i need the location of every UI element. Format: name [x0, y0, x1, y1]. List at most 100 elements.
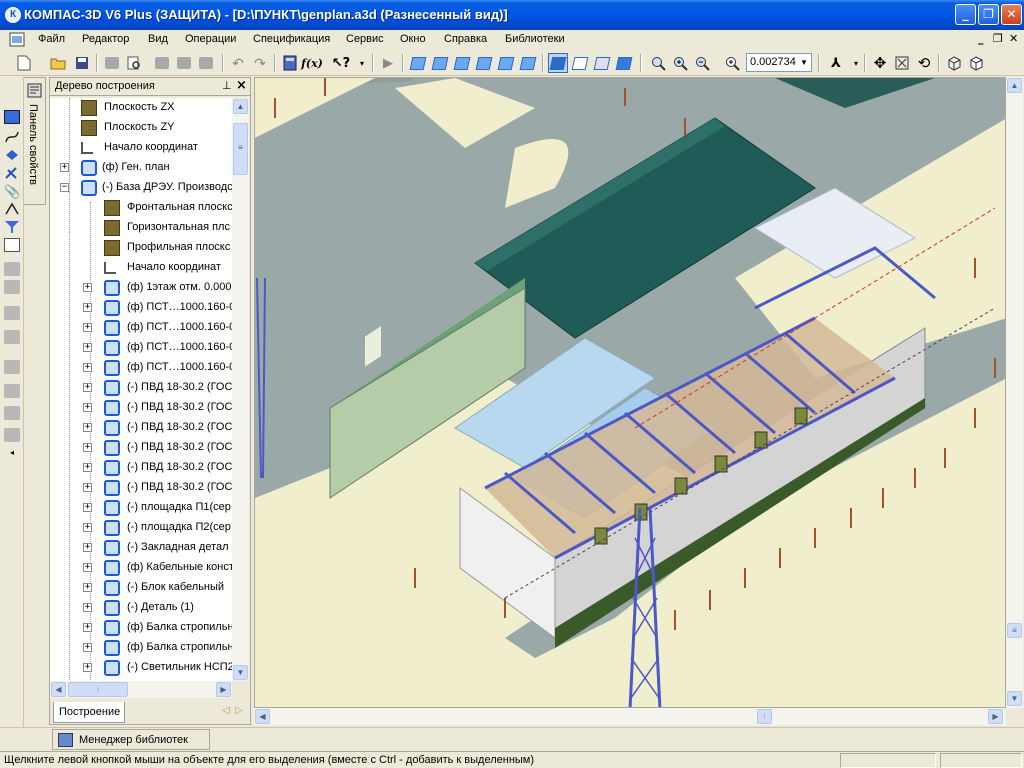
zoom-in-icon[interactable] [670, 53, 690, 73]
print-icon[interactable] [102, 53, 122, 73]
menu-specification[interactable]: Спецификация [253, 33, 330, 45]
hidden-lines-icon[interactable] [592, 53, 612, 73]
zoom-window-icon[interactable] [648, 53, 668, 73]
gray-tool-3-icon[interactable] [4, 306, 20, 320]
copy-icon[interactable] [174, 53, 194, 73]
pin-icon[interactable]: ⊥ [222, 79, 232, 92]
kompas-app-icon[interactable]: К [5, 7, 21, 23]
viewport-hscroll-thumb[interactable]: ⦙ [757, 709, 772, 724]
viewport-scroll-left-icon[interactable]: ◀ [255, 709, 270, 724]
tree-horizontal-scrollbar[interactable]: ◀ ⦙ ▶ [50, 681, 232, 698]
tree-scroll-right-icon[interactable]: ▶ [216, 682, 231, 697]
menu-operations[interactable]: Операции [185, 33, 236, 45]
expand-icon[interactable]: + [83, 663, 92, 672]
viewport-vscroll-thumb[interactable]: ≡ [1007, 623, 1022, 638]
shaded-edges-icon[interactable] [614, 53, 634, 73]
expand-icon[interactable]: + [83, 543, 92, 552]
tree-node[interactable]: + (-) ПВД 18-30.2 (ГОС [50, 398, 232, 418]
calculator-icon[interactable] [280, 53, 300, 73]
help-dropdown-icon[interactable]: ▾ [352, 53, 372, 73]
tree-node[interactable]: + (-) Блок кабельный [50, 578, 232, 598]
paperclip-icon[interactable]: 📎 [4, 184, 20, 199]
tree-node[interactable]: + (ф) Кабельные конст [50, 558, 232, 578]
tree-hscroll-thumb[interactable]: ⦙ [68, 682, 128, 697]
tree-vertical-scrollbar[interactable]: ▲ ≡ ▼ [232, 98, 249, 681]
menu-view[interactable]: Вид [148, 33, 168, 45]
properties-panel-tab[interactable]: Панель свойств [24, 77, 46, 205]
tree-node[interactable]: + (ф) Балка стропильн [50, 618, 232, 638]
mdi-minimize-icon[interactable]: _ [978, 32, 984, 45]
filter-icon[interactable] [4, 220, 20, 234]
minimize-icon[interactable]: _ [955, 4, 976, 25]
perspective-icon[interactable] [944, 53, 964, 73]
shaded-mode-icon[interactable] [548, 53, 568, 73]
tree-scroll-left-icon[interactable]: ◀ [51, 682, 66, 697]
expand-icon[interactable]: + [83, 503, 92, 512]
open-folder-icon[interactable] [48, 53, 68, 73]
expand-icon[interactable]: + [83, 283, 92, 292]
viewport-horizontal-scrollbar[interactable]: ◀ ⦙ ▶ [254, 708, 1006, 725]
expand-icon[interactable]: + [83, 383, 92, 392]
menu-help[interactable]: Справка [444, 33, 487, 45]
tree-node[interactable]: − (-) База ДРЭУ. Производс [50, 178, 232, 198]
menu-file[interactable]: Файл [38, 33, 65, 45]
tree-node[interactable]: + (ф) 1этаж отм. 0.000 [50, 278, 232, 298]
variables-fx-icon[interactable]: f(x) [301, 53, 323, 73]
expand-icon[interactable]: + [83, 443, 92, 452]
menu-libraries[interactable]: Библиотеки [505, 33, 565, 45]
view-cube-5-icon[interactable] [496, 53, 516, 73]
view-cube-4-icon[interactable] [474, 53, 494, 73]
cut-icon[interactable] [152, 53, 172, 73]
restore-icon[interactable]: ❐ [978, 4, 999, 25]
zoom-out-icon[interactable] [692, 53, 712, 73]
new-document-icon[interactable] [14, 53, 34, 73]
tree-node[interactable]: Начало координат [50, 258, 232, 278]
rotate-icon[interactable]: ⟲ [914, 53, 934, 73]
mdi-close-icon[interactable]: ✕ [1009, 32, 1018, 45]
expand-icon[interactable]: + [83, 563, 92, 572]
tab-next-icon[interactable]: ▷ [235, 705, 243, 716]
expand-icon[interactable]: + [83, 523, 92, 532]
tree-node[interactable]: + (ф) ПСТ…1000.160-0 [50, 318, 232, 338]
save-icon[interactable] [72, 53, 92, 73]
expand-icon[interactable]: + [83, 603, 92, 612]
view-cube-6-icon[interactable] [518, 53, 538, 73]
expand-icon[interactable]: + [83, 303, 92, 312]
expand-icon[interactable]: + [83, 363, 92, 372]
view-orientation-icon[interactable]: ▶ [378, 53, 398, 73]
paste-icon[interactable] [196, 53, 216, 73]
tree-node[interactable]: Плоскость ZY [50, 118, 232, 138]
tree-node[interactable]: Фронтальная плоскс [50, 198, 232, 218]
tree-node[interactable]: + (-) ПВД 18-30.2 (ГОС [50, 458, 232, 478]
tree-node[interactable]: + (ф) Ген. план [50, 158, 232, 178]
model-viewport[interactable] [254, 77, 1006, 708]
tree-scroll-up-icon[interactable]: ▲ [233, 99, 248, 114]
gray-tool-7-icon[interactable] [4, 406, 20, 420]
tree-node[interactable]: + (-) ПВД 18-30.2 (ГОС [50, 438, 232, 458]
tree-node[interactable]: + (-) Закладная детал [50, 538, 232, 558]
viewport-scroll-down-icon[interactable]: ▼ [1007, 691, 1022, 706]
tree-node[interactable]: Профильная плоскс [50, 238, 232, 258]
edit-part-icon[interactable] [4, 110, 20, 124]
tree-scroll-down-icon[interactable]: ▼ [233, 665, 248, 680]
measure-icon[interactable] [4, 202, 20, 216]
tree-node[interactable]: + (-) ПВД 18-30.2 (ГОС [50, 378, 232, 398]
tree-node[interactable]: + (-) площадка П1(сер [50, 498, 232, 518]
tree-node[interactable]: Плоскость ZX [50, 98, 232, 118]
expand-icon[interactable]: + [83, 343, 92, 352]
gray-tool-5-icon[interactable] [4, 360, 20, 374]
more-arrow-icon[interactable]: ◂ [4, 448, 20, 462]
viewport-scroll-right-icon[interactable]: ▶ [988, 709, 1003, 724]
tree-node[interactable]: + (-) Светильник НСП2 [50, 658, 232, 678]
tree-node[interactable]: + (-) площадка П2(сер [50, 518, 232, 538]
pan-move-icon[interactable]: ✥ [870, 53, 890, 73]
document-icon[interactable] [9, 32, 25, 47]
tab-build[interactable]: Построение [53, 702, 125, 723]
undo-icon[interactable]: ↶ [228, 53, 248, 73]
expand-icon[interactable]: + [60, 163, 69, 172]
view-cube-2-icon[interactable] [430, 53, 450, 73]
library-manager-tab[interactable]: Менеджер библиотек [52, 729, 210, 750]
sketch-curve-icon[interactable] [4, 130, 20, 144]
tree-node[interactable]: + (-) ПВД 18-30.2 (ГОС [50, 478, 232, 498]
gray-tool-8-icon[interactable] [4, 428, 20, 442]
